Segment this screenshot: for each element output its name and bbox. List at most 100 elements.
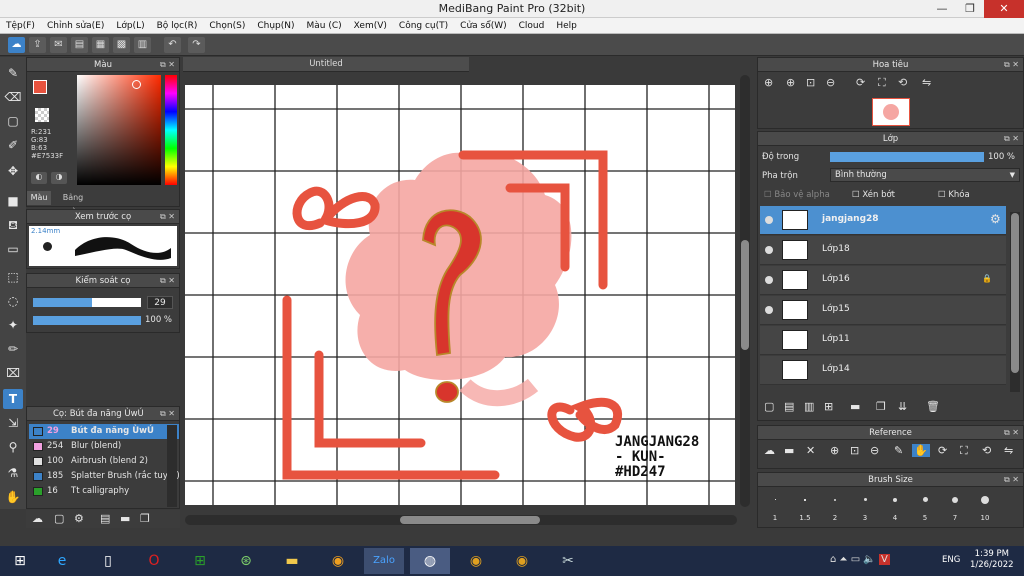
panel-controls-icon[interactable]: ⧉ ✕ [160, 58, 175, 72]
windows-start-icon[interactable]: ⊞ [0, 548, 40, 574]
move-tool-icon[interactable]: ✥ [3, 161, 23, 181]
fit-icon[interactable]: ⊡ [806, 76, 815, 89]
rotate-icon[interactable]: ⟳ [856, 76, 865, 89]
open-folder-icon[interactable]: ▬ [784, 444, 794, 457]
lasso-tool-icon[interactable]: ◌ [3, 291, 23, 311]
zalo-icon[interactable]: Zalo [364, 548, 404, 574]
layer-row[interactable]: Lớp15 [760, 296, 1006, 325]
panel-controls-icon[interactable]: ⧉ ✕ [160, 274, 175, 288]
brush-item-2[interactable]: 254 Blur (blend) [29, 439, 179, 454]
menu-help[interactable]: Help [556, 21, 577, 31]
flip-icon[interactable]: ⇋ [1004, 444, 1013, 457]
brush-size-option[interactable]: 3 [850, 489, 880, 525]
menu-view[interactable]: Xem(V) [354, 21, 387, 31]
duplicate-layer-icon[interactable]: ❐ [876, 400, 886, 413]
rotate-icon[interactable]: ⟳ [938, 444, 947, 457]
close-button[interactable]: ✕ [984, 0, 1024, 18]
new-layer-icon[interactable]: ▢ [764, 400, 774, 413]
panel-controls-icon[interactable]: ⧉ ✕ [160, 407, 175, 421]
brush-settings-icon[interactable]: ⚙ [74, 512, 84, 525]
new-halftone-layer-icon[interactable]: ▤ [784, 400, 794, 413]
hand-tool-icon[interactable]: ✋ [3, 487, 23, 507]
brush-size-option[interactable]: 1 [760, 489, 790, 525]
delete-layer-icon[interactable]: 🗑 [926, 400, 940, 413]
menu-tools[interactable]: Công cụ(T) [399, 21, 448, 31]
foreground-color-swatch[interactable] [33, 80, 47, 94]
brush-tool-icon[interactable]: ✎ [3, 63, 23, 83]
brush-size-value[interactable]: 29 [147, 296, 173, 309]
chrome-profile-icon[interactable]: ◉ [456, 548, 496, 574]
menu-color[interactable]: Màu (C) [307, 21, 342, 31]
horizontal-scroll-thumb[interactable] [400, 516, 540, 524]
hue-slider[interactable] [165, 75, 177, 185]
palette-icon[interactable]: ◐ [31, 172, 47, 184]
menu-capture[interactable]: Chụp(N) [257, 21, 294, 31]
tab-palette[interactable]: Bảng màu [53, 191, 93, 216]
select-eraser-icon[interactable]: ⌧ [3, 363, 23, 383]
merge-layer-icon[interactable]: ⇊ [898, 400, 907, 413]
chrome-icon[interactable]: ◉ [318, 548, 358, 574]
palette-add-icon[interactable]: ◑ [51, 172, 67, 184]
clip-checkbox[interactable]: ☐ Xén bớt [852, 190, 895, 200]
zoom-in-icon-2[interactable]: ⊕ [786, 76, 795, 89]
zoom-in-icon[interactable]: ⊕ [830, 444, 839, 457]
brush-size-option[interactable]: 1.5 [790, 489, 820, 525]
menu-filter[interactable]: Bộ lọc(R) [157, 21, 198, 31]
tray-icons[interactable]: ⌂ ⏶ ▭ 🔈 V [830, 554, 890, 565]
bucket-tool-icon[interactable]: ⛾ [3, 215, 23, 235]
operation-tool-icon[interactable]: ⇲ [3, 413, 23, 433]
gradient-tool-icon[interactable]: ▭ [3, 239, 23, 259]
maximize-button[interactable]: ❐ [956, 0, 984, 18]
rotate-reset-icon[interactable]: ⟲ [982, 444, 991, 457]
layer-row[interactable]: Lớp18 [760, 236, 1006, 265]
panel-controls-icon[interactable]: ⧉ ✕ [1004, 132, 1019, 146]
dropper-tool-icon[interactable]: ⚗ [3, 463, 23, 483]
menu-edit[interactable]: Chỉnh sửa(E) [47, 21, 104, 31]
brush-item-5[interactable]: 16 Tt calligraphy [29, 484, 179, 499]
protect-alpha-checkbox[interactable]: ☐ Bảo vệ alpha [764, 190, 830, 200]
brush-opacity-slider[interactable] [33, 316, 141, 325]
menu-window[interactable]: Cửa sổ(W) [460, 21, 506, 31]
grid-icon[interactable]: ▩ [113, 37, 130, 53]
visibility-icon[interactable] [765, 306, 773, 314]
file-explorer-icon[interactable]: ▬ [272, 548, 312, 574]
navigator-thumbnail[interactable] [872, 98, 910, 126]
rectangle-tool-icon[interactable]: ▢ [3, 111, 23, 131]
transparent-color-swatch[interactable] [35, 108, 49, 122]
lock-checkbox[interactable]: ☐ Khóa [938, 190, 970, 200]
eyedropper-tool-icon[interactable]: ⚲ [3, 437, 23, 457]
select-pen-icon[interactable]: ✏ [3, 339, 23, 359]
share-icon[interactable]: ⇪ [29, 37, 46, 53]
comment-icon[interactable]: ✉ [50, 37, 67, 53]
reset-icon[interactable]: ⛶ [960, 444, 968, 458]
duplicate-icon[interactable]: ❐ [140, 512, 150, 525]
reset-icon[interactable]: ⛶ [878, 76, 886, 90]
tab-color[interactable]: Màu [27, 191, 51, 205]
layer-row[interactable]: jangjang28 ⚙ [760, 206, 1006, 235]
text-tool-icon[interactable]: T [3, 389, 23, 409]
page-icon[interactable]: ▤ [71, 37, 88, 53]
canvas-vertical-scrollbar[interactable] [740, 75, 750, 507]
layer-row[interactable]: Lớp11 [760, 326, 1006, 355]
brush-item-3[interactable]: 100 Airbrush (blend 2) [29, 454, 179, 469]
close-icon[interactable]: ✕ [806, 444, 815, 457]
visibility-icon[interactable] [765, 246, 773, 254]
menu-cloud[interactable]: Cloud [519, 21, 545, 31]
document-tab[interactable]: Untitled [183, 57, 469, 72]
copy-brush-icon[interactable]: ▤ [100, 512, 110, 525]
brush-size-option[interactable]: 5 [910, 489, 940, 525]
brush-size-option[interactable]: 10 [970, 489, 1000, 525]
fit-icon[interactable]: ⊡ [850, 444, 859, 457]
folder-icon[interactable]: ▬ [120, 512, 130, 525]
rotate-reset-icon[interactable]: ⟲ [898, 76, 907, 89]
eraser-tool-icon[interactable]: ⌫ [3, 87, 23, 107]
file-icon[interactable]: ▯ [88, 548, 128, 574]
opera-icon[interactable]: O [134, 548, 174, 574]
panel-controls-icon[interactable]: ⧉ ✕ [160, 210, 175, 224]
hand-icon[interactable]: ✋ [912, 444, 930, 457]
folder-icon[interactable]: ▬ [850, 400, 860, 413]
document-icon[interactable]: ▦ [92, 37, 109, 53]
add-brush-icon[interactable]: ☁ [32, 512, 43, 525]
internet-explorer-icon[interactable]: e [42, 548, 82, 574]
brush-item-1[interactable]: 29 Bút đa năng ÙwÚ [29, 424, 179, 439]
